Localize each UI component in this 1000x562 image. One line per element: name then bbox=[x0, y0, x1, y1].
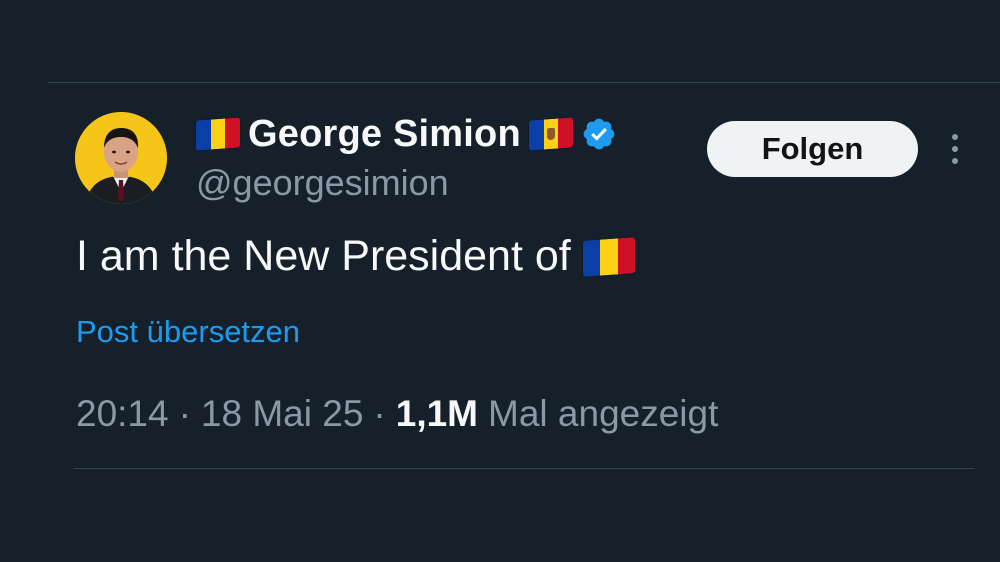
author-handle[interactable]: @georgesimion bbox=[196, 162, 449, 204]
more-options-button[interactable] bbox=[940, 128, 970, 170]
avatar-portrait-icon bbox=[75, 112, 167, 204]
views-label: Mal angezeigt bbox=[488, 393, 719, 434]
moldova-flag-icon bbox=[528, 117, 573, 151]
post-time[interactable]: 20:14 bbox=[76, 393, 169, 435]
verified-badge-icon[interactable] bbox=[581, 116, 617, 152]
divider bbox=[48, 82, 1000, 83]
translate-post-link[interactable]: Post übersetzen bbox=[76, 314, 300, 350]
post-body: I am the New President of bbox=[76, 232, 635, 281]
views-count: 1,1M bbox=[395, 393, 479, 434]
meta-separator: · bbox=[178, 393, 191, 434]
post-meta: 20:14 · 18 Mai 25 · 1,1M Mal angezeigt bbox=[76, 393, 718, 435]
follow-button[interactable]: Folgen bbox=[707, 121, 918, 177]
post-text: I am the New President of bbox=[76, 232, 571, 280]
divider bbox=[74, 468, 974, 469]
more-vertical-icon bbox=[952, 146, 958, 152]
romania-flag-icon bbox=[196, 117, 240, 151]
romania-flag-icon bbox=[582, 236, 635, 277]
author-name-row: George Simion bbox=[196, 112, 617, 156]
meta-separator: · bbox=[373, 393, 386, 434]
more-vertical-icon bbox=[952, 158, 958, 164]
tweet-view: George Simion @georgesimion Folgen I am … bbox=[0, 0, 1000, 562]
post-date[interactable]: 18 Mai 25 bbox=[201, 393, 364, 435]
avatar[interactable] bbox=[75, 112, 167, 204]
more-vertical-icon bbox=[952, 134, 958, 140]
author-display-name[interactable]: George Simion bbox=[248, 113, 521, 156]
